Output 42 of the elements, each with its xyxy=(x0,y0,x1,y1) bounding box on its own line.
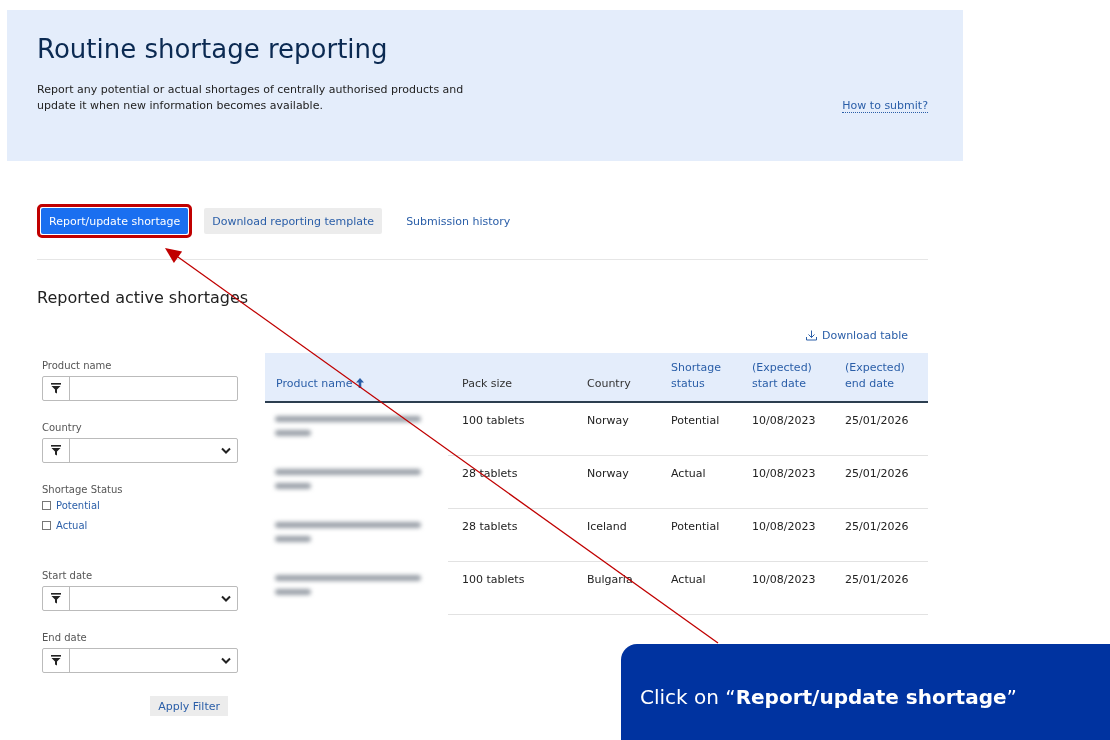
action-button[interactable]: Download reporting template xyxy=(204,208,383,234)
filter-label: Start date xyxy=(42,570,94,581)
action-button[interactable]: Report/update shortage xyxy=(41,208,189,234)
table-cell: 25/01/2026 xyxy=(831,561,928,615)
filter-label: End date xyxy=(42,632,88,643)
download-table-link[interactable]: Download table xyxy=(805,329,908,342)
table-cell: Potential xyxy=(657,508,738,562)
column-header[interactable]: Product name xyxy=(265,353,448,402)
callout-text: Click on “Report/update shortage” xyxy=(640,685,1017,709)
filter-label: Product name xyxy=(42,360,113,371)
table-cell: 25/01/2026 xyxy=(831,455,928,509)
table-cell: Norway xyxy=(573,455,657,509)
table-cell: 28 tablets xyxy=(448,508,573,562)
history-link[interactable]: Submission history xyxy=(398,208,519,234)
apply-filter-button[interactable]: Apply Filter xyxy=(150,696,228,716)
table-cell: 100 tablets xyxy=(448,402,573,456)
table-cell: 25/01/2026 xyxy=(831,508,928,562)
column-header[interactable]: (Expected) start date xyxy=(738,353,831,402)
column-header[interactable]: (Expected) end date xyxy=(831,353,928,402)
table-cell: 10/08/2023 xyxy=(738,561,831,615)
table-cell: 25/01/2026 xyxy=(831,402,928,456)
page-title: Routine shortage reporting xyxy=(37,34,389,64)
table-cell: Actual xyxy=(657,561,738,615)
filter-label: Shortage Status xyxy=(42,484,124,495)
filter-label: Country xyxy=(42,422,83,433)
help-link[interactable]: How to submit? xyxy=(842,99,928,113)
table-cell: Actual xyxy=(657,455,738,509)
table-cell: Norway xyxy=(573,402,657,456)
table-cell: 10/08/2023 xyxy=(738,508,831,562)
column-header: Pack size xyxy=(448,353,573,402)
checkbox-label[interactable]: Potential xyxy=(56,500,100,511)
column-header: Country xyxy=(573,353,657,402)
page-description: Report any potential or actual shortages of centrally authorised products and update it when new information becomes available. xyxy=(37,82,465,114)
checkbox-label[interactable]: Actual xyxy=(56,520,88,531)
table-cell: 28 tablets xyxy=(448,455,573,509)
table-cell: 10/08/2023 xyxy=(738,402,831,456)
table-cell: Potential xyxy=(657,402,738,456)
table-cell: Iceland xyxy=(573,508,657,562)
table-cell: 100 tablets xyxy=(448,561,573,615)
table-cell: Bulgaria xyxy=(573,561,657,615)
column-header[interactable]: Shortage status xyxy=(657,353,738,402)
table-cell: 10/08/2023 xyxy=(738,455,831,509)
